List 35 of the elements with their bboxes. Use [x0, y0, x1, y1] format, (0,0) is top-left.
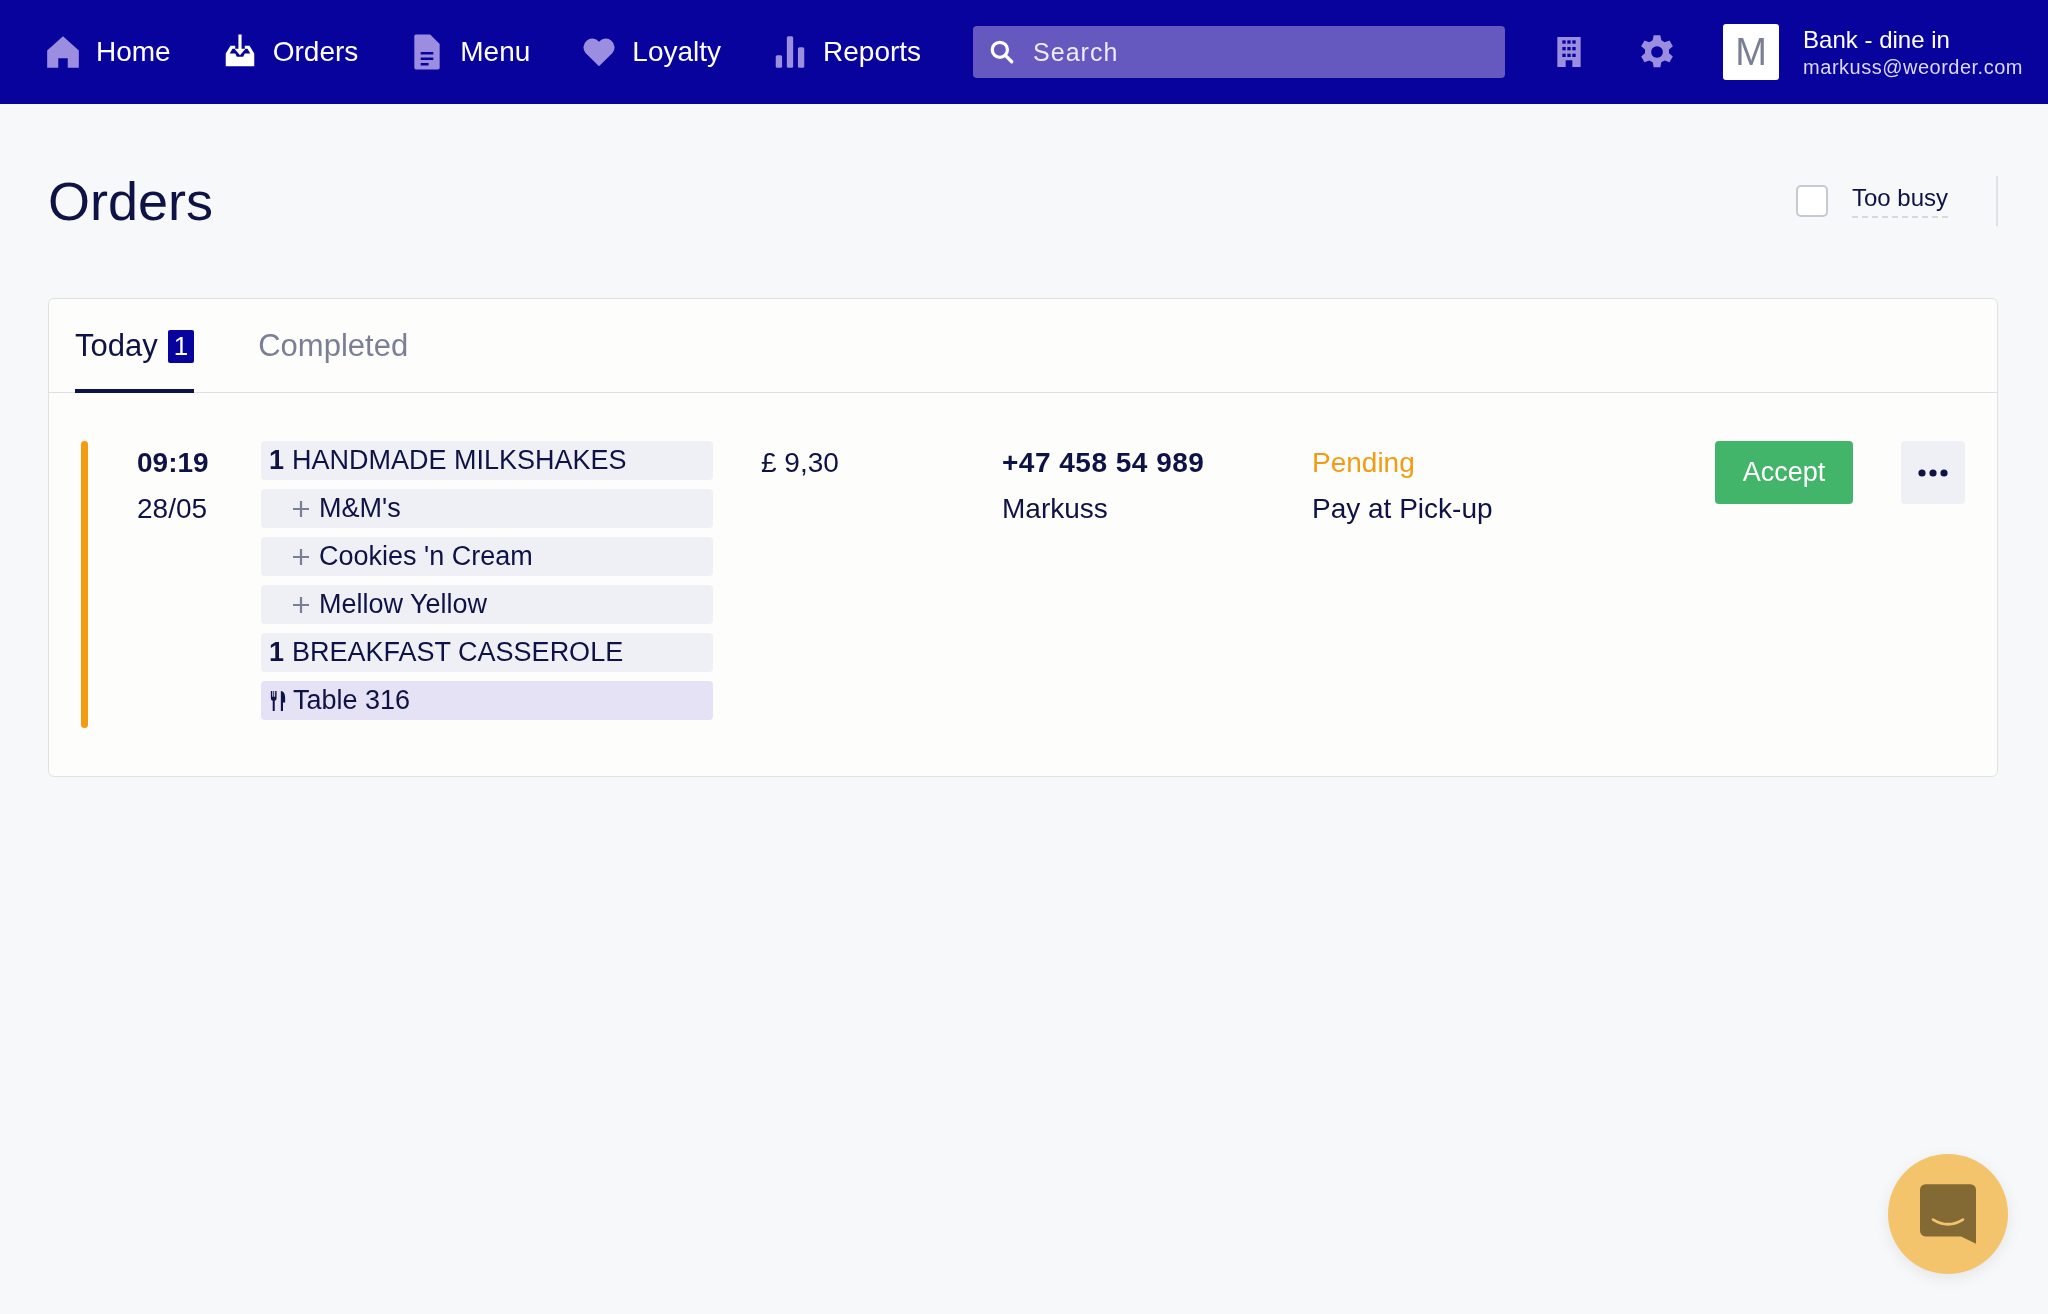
page-title: Orders	[48, 170, 214, 232]
nav-link[interactable]: Reports	[771, 33, 922, 71]
order-status: Pending	[1312, 447, 1416, 479]
option-name: Mellow Yellow	[319, 589, 488, 620]
order-time: 09:19	[137, 447, 210, 479]
table-number: Table 316	[293, 685, 411, 716]
search-field[interactable]: Search	[973, 26, 1506, 78]
too-busy-checkbox[interactable]	[1795, 185, 1828, 217]
nav-link[interactable]: Loyalty	[580, 33, 722, 71]
option-name: M&M's	[319, 493, 401, 524]
more-options-button[interactable]	[1901, 441, 1965, 504]
more-icon	[1918, 468, 1948, 477]
tab[interactable]: Today 1	[75, 299, 195, 393]
account-name: Bank - dine in	[1803, 25, 1951, 54]
nav-link[interactable]: Menu	[408, 33, 531, 71]
tab-label: Completed	[258, 328, 409, 364]
too-busy-label[interactable]: Too busy	[1851, 184, 1948, 218]
option-name: Cookies 'n Cream	[319, 541, 533, 572]
customer-name: Markuss	[1002, 493, 1109, 525]
account-avatar[interactable]: M	[1723, 24, 1780, 80]
count-badge: 1	[167, 329, 195, 363]
plus-icon	[293, 500, 309, 517]
tab-label: Today	[75, 328, 158, 364]
tab[interactable]: Completed	[258, 299, 409, 393]
order-date: 28/05	[137, 493, 209, 525]
plus-icon	[293, 596, 309, 613]
nav-link[interactable]: Home	[44, 33, 171, 71]
chat-bubble-icon	[1920, 1184, 1976, 1244]
nav-link[interactable]: Orders	[220, 33, 359, 71]
plus-icon	[293, 548, 309, 565]
order-price: £ 9,30	[761, 447, 840, 479]
account-email: markuss@weorder.com	[1803, 55, 2023, 79]
customer-phone: +47 458 54 989	[1002, 447, 1206, 479]
payment-method: Pay at Pick-up	[1312, 493, 1494, 525]
cutlery-icon	[269, 690, 287, 711]
